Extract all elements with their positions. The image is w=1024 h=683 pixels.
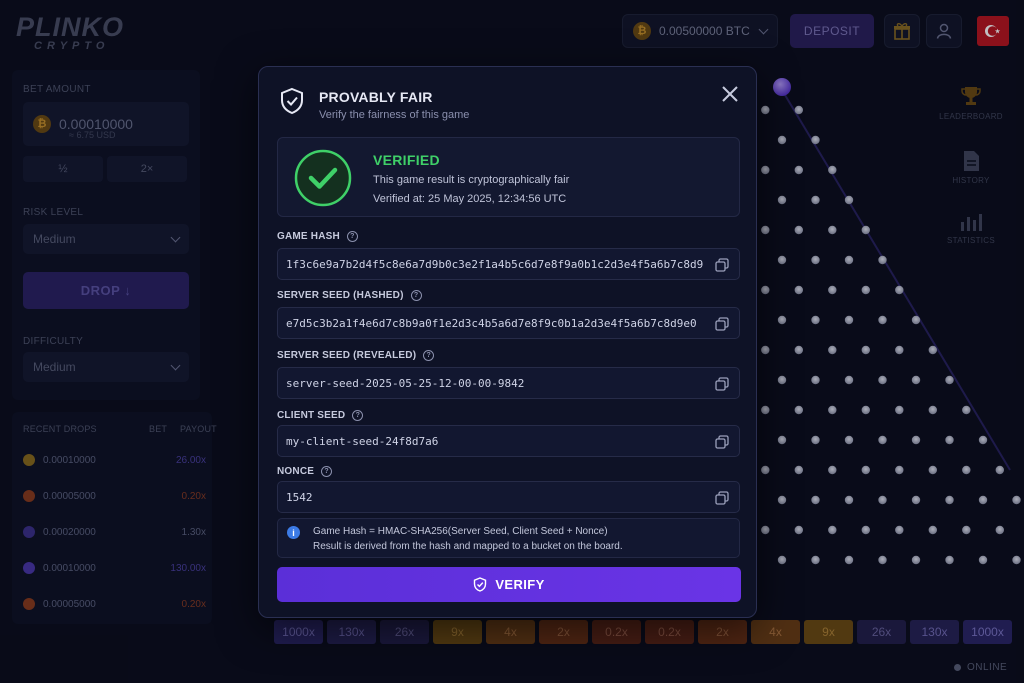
game-hash-label: GAME HASH? (277, 231, 358, 242)
verified-timestamp: Verified at: 25 May 2025, 12:34:56 UTC (373, 193, 567, 205)
verified-title: VERIFIED (373, 152, 440, 168)
modal-subtitle: Verify the fairness of this game (319, 109, 470, 121)
help-icon[interactable]: ? (321, 466, 333, 477)
field-label-text: SERVER SEED (REVEALED) (277, 350, 417, 361)
client-seed-field[interactable]: my-client-seed-24f8d7a6 (277, 425, 740, 457)
formula-explanation: Result is derived from the hash and mapp… (313, 541, 623, 552)
game-hash-value: 1f3c6e9a7b2d4f5c8e6a7d9b0c3e2f1a4b5c6d7e… (286, 257, 704, 271)
formula-text: Game Hash = HMAC-SHA256(Server Seed, Cli… (313, 526, 608, 537)
client-seed-value: my-client-seed-24f8d7a6 (286, 434, 439, 448)
info-icon: i (287, 526, 300, 539)
verify-label: VERIFY (495, 577, 545, 592)
nonce-field[interactable]: 1542 (277, 481, 740, 513)
server-seed-hashed-value: e7d5c3b2a1f4e6d7c8b9a0f1e2d3c4b5a6d7e8f9… (286, 316, 697, 330)
field-label-text: SERVER SEED (HASHED) (277, 290, 404, 301)
server-seed-revealed-value: server-seed-2025-05-25-12-00-00-9842 (286, 376, 525, 390)
server-seed-revealed-label: SERVER SEED (REVEALED)? (277, 350, 435, 361)
copy-icon[interactable] (715, 377, 729, 391)
copy-icon[interactable] (715, 317, 729, 331)
verified-description: This game result is cryptographically fa… (373, 174, 570, 186)
nonce-label: NONCE? (277, 466, 333, 477)
help-icon[interactable]: ? (352, 410, 364, 421)
server-seed-hashed-label: SERVER SEED (HASHED)? (277, 290, 422, 301)
game-hash-field[interactable]: 1f3c6e9a7b2d4f5c8e6a7d9b0c3e2f1a4b5c6d7e… (277, 248, 740, 280)
verify-button[interactable]: VERIFY (277, 567, 741, 602)
formula-info-box: i Game Hash = HMAC-SHA256(Server Seed, C… (277, 518, 740, 558)
field-label-text: GAME HASH (277, 231, 340, 242)
provably-fair-modal: PROVABLY FAIR Verify the fairness of thi… (258, 66, 757, 618)
copy-icon[interactable] (715, 258, 729, 272)
copy-icon[interactable] (715, 491, 729, 505)
verification-result-card: VERIFIED This game result is cryptograph… (277, 137, 740, 217)
check-circle-icon (294, 149, 352, 207)
copy-icon[interactable] (715, 435, 729, 449)
field-label-text: CLIENT SEED (277, 410, 346, 421)
modal-title: PROVABLY FAIR (319, 89, 433, 105)
client-seed-label: CLIENT SEED? (277, 410, 364, 421)
close-icon[interactable] (719, 83, 741, 105)
server-seed-hashed-field[interactable]: e7d5c3b2a1f4e6d7c8b9a0f1e2d3c4b5a6d7e8f9… (277, 307, 740, 339)
help-icon[interactable]: ? (423, 350, 435, 361)
help-icon[interactable]: ? (346, 231, 358, 242)
nonce-value: 1542 (286, 490, 313, 504)
help-icon[interactable]: ? (410, 290, 422, 301)
shield-check-icon (281, 87, 303, 115)
shield-check-icon (474, 577, 487, 592)
field-label-text: NONCE (277, 466, 315, 477)
server-seed-revealed-field[interactable]: server-seed-2025-05-25-12-00-00-9842 (277, 367, 740, 399)
